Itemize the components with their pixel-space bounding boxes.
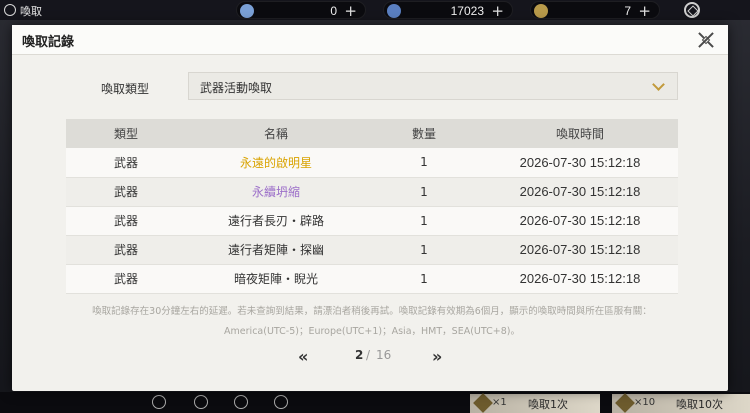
pull-type-value: 武器活動喚取 bbox=[200, 81, 273, 95]
row-name: 遠行者長刃・辟路 bbox=[186, 206, 366, 236]
previous-page-button[interactable]: « bbox=[298, 347, 308, 366]
currency-crystal: 0 + bbox=[236, 1, 366, 20]
table-row: 武器 遠行者長刃・辟路 1 2026-07-30 15:12:18 bbox=[66, 206, 678, 236]
row-quantity: 1 bbox=[366, 177, 482, 207]
row-type: 武器 bbox=[66, 235, 186, 265]
details-icon[interactable] bbox=[194, 395, 208, 409]
row-time: 2026-07-30 15:12:18 bbox=[482, 264, 678, 294]
currency-value: 7 bbox=[624, 4, 631, 18]
row-type: 武器 bbox=[66, 206, 186, 236]
modal-header: 喚取記錄 bbox=[12, 25, 728, 55]
table-row: 武器 暗夜矩陣・睨光 1 2026-07-30 15:12:18 bbox=[66, 264, 678, 294]
row-quantity: 1 bbox=[366, 264, 482, 294]
pagination: « 2 / 16 » bbox=[12, 346, 728, 366]
page-separator: / bbox=[366, 348, 371, 362]
column-header-type: 類型 bbox=[66, 119, 186, 148]
back-icon[interactable] bbox=[4, 4, 16, 16]
row-name: 永續坍縮 bbox=[186, 177, 366, 207]
pull-ten-label: 喚取10次 bbox=[676, 398, 723, 411]
close-button[interactable] bbox=[694, 28, 718, 52]
row-time: 2026-07-30 15:12:18 bbox=[482, 235, 678, 265]
history-icon[interactable] bbox=[274, 395, 288, 409]
table-row: 武器 永續坍縮 1 2026-07-30 15:12:18 bbox=[66, 177, 678, 207]
row-type: 武器 bbox=[66, 177, 186, 207]
currency-value: 0 bbox=[330, 4, 337, 18]
row-type: 武器 bbox=[66, 148, 186, 178]
currency-star-shard: 17023 + bbox=[383, 1, 513, 20]
settings-icon[interactable] bbox=[684, 2, 700, 18]
modal-title: 喚取記錄 bbox=[22, 35, 75, 50]
row-quantity: 1 bbox=[366, 206, 482, 236]
pull-type-label: 喚取類型 bbox=[101, 82, 150, 96]
info-icon[interactable] bbox=[234, 395, 248, 409]
row-type: 武器 bbox=[66, 264, 186, 294]
next-page-button[interactable]: » bbox=[432, 347, 442, 366]
row-name: 永遠的啟明星 bbox=[186, 148, 366, 178]
currency-weapon-ticket: 7 + bbox=[530, 1, 660, 20]
delay-notice-line-1: 喚取記錄存在30分鐘左右的延遲。若未查詢到結果，請漂泊者稍後再試。喚取記錄有效期… bbox=[92, 306, 652, 317]
delay-notice: 喚取記錄存在30分鐘左右的延遲。若未查詢到結果，請漂泊者稍後再試。喚取記錄有效期… bbox=[52, 302, 692, 342]
row-quantity: 1 bbox=[366, 148, 482, 178]
column-header-name: 名稱 bbox=[186, 119, 366, 148]
pull-ten-count: ×10 bbox=[634, 397, 656, 408]
add-currency-button[interactable]: + bbox=[638, 2, 651, 20]
table-row: 武器 遠行者矩陣・探幽 1 2026-07-30 15:12:18 bbox=[66, 235, 678, 265]
current-page: 2 bbox=[355, 348, 364, 362]
table-row: 武器 永遠的啟明星 1 2026-07-30 15:12:18 bbox=[66, 148, 678, 178]
add-currency-button[interactable]: + bbox=[491, 2, 504, 20]
top-bar-title: 喚取 bbox=[20, 5, 42, 18]
currency-value: 17023 bbox=[450, 4, 484, 18]
row-name: 暗夜矩陣・睨光 bbox=[186, 264, 366, 294]
row-name: 遠行者矩陣・探幽 bbox=[186, 235, 366, 265]
crystal-icon bbox=[240, 4, 254, 18]
row-quantity: 1 bbox=[366, 235, 482, 265]
ticket-icon bbox=[473, 393, 493, 413]
ticket-icon bbox=[615, 393, 635, 413]
pull-one-label: 喚取1次 bbox=[528, 398, 568, 411]
pull-type-dropdown[interactable]: 武器活動喚取 bbox=[188, 72, 678, 100]
shop-icon[interactable] bbox=[152, 395, 166, 409]
history-table: 類型 名稱 數量 喚取時間 武器 永遠的啟明星 1 2026-07-30 15:… bbox=[66, 119, 678, 294]
row-time: 2026-07-30 15:12:18 bbox=[482, 177, 678, 207]
top-bar: 喚取 0 + 17023 + 7 + bbox=[0, 0, 750, 20]
pull-history-modal: 喚取記錄 喚取類型 武器活動喚取 類型 名稱 數量 喚取時間 武器 永遠的啟明星… bbox=[12, 25, 728, 391]
column-header-time: 喚取時間 bbox=[482, 119, 678, 148]
weapon-ticket-icon bbox=[534, 4, 548, 18]
row-time: 2026-07-30 15:12:18 bbox=[482, 148, 678, 178]
table-header-row: 類型 名稱 數量 喚取時間 bbox=[66, 119, 678, 148]
star-shard-icon bbox=[387, 4, 401, 18]
close-icon bbox=[701, 35, 711, 45]
chevron-down-icon bbox=[652, 78, 665, 91]
column-header-quantity: 數量 bbox=[366, 119, 482, 148]
add-currency-button[interactable]: + bbox=[344, 2, 357, 20]
pull-ten-button[interactable]: ×10 喚取10次 bbox=[612, 393, 750, 413]
row-time: 2026-07-30 15:12:18 bbox=[482, 206, 678, 236]
delay-notice-line-2: America(UTC-5)；Europe(UTC+1)；Asia，HMT，SE… bbox=[224, 326, 520, 337]
pull-one-count: ×1 bbox=[492, 397, 507, 408]
pull-one-button[interactable]: ×1 喚取1次 bbox=[470, 393, 600, 413]
total-pages: 16 bbox=[376, 348, 392, 362]
